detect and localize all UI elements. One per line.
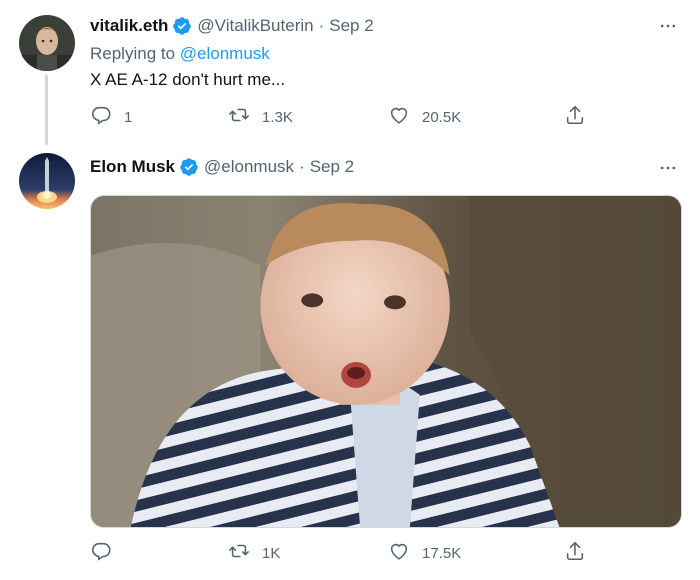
separator-dot: ·	[318, 16, 325, 35]
tweet-actions: 1 1.3K 20.5K	[90, 104, 590, 130]
tweet-text: X AE A-12 don't hurt me...	[90, 70, 286, 89]
tweet-header: vitalik.eth @VitalikButerin · Sep 2	[90, 14, 680, 38]
tweet-elon[interactable]: Elon Musk @elonmusk · Sep 2 1K 17.5K	[0, 150, 700, 580]
like-count: 17.5K	[422, 544, 462, 562]
like-count: 20.5K	[422, 108, 462, 126]
tweet-vitalik[interactable]: vitalik.eth @VitalikButerin · Sep 2 Repl…	[0, 0, 700, 150]
more-icon[interactable]	[656, 14, 680, 38]
like-button[interactable]: 17.5K	[388, 540, 461, 566]
avatar-elon[interactable]	[19, 153, 75, 209]
replying-to: Replying to @elonmusk	[90, 42, 680, 66]
tweet-media-image[interactable]	[90, 195, 682, 528]
share-icon	[564, 104, 586, 130]
retweet-button[interactable]: 1.3K	[228, 104, 293, 130]
retweet-count: 1K	[262, 544, 281, 562]
separator-dot: ·	[299, 157, 305, 176]
share-icon	[564, 540, 586, 566]
verified-badge-icon	[172, 16, 192, 36]
tweet-actions: 1K 17.5K	[90, 540, 590, 566]
thread-line	[45, 75, 48, 145]
display-name[interactable]: vitalik.eth	[90, 16, 168, 36]
reply-icon	[90, 104, 112, 130]
tweet-date[interactable]: Sep 2	[310, 157, 354, 177]
retweet-button[interactable]: 1K	[228, 540, 280, 566]
reply-button[interactable]: 1	[90, 104, 132, 130]
retweet-count: 1.3K	[262, 108, 293, 126]
tweet-header: Elon Musk @elonmusk · Sep 2	[90, 155, 680, 179]
share-button[interactable]	[564, 540, 586, 566]
tweet-content: vitalik.eth @VitalikButerin · Sep 2 Repl…	[90, 14, 680, 92]
share-button[interactable]	[564, 104, 586, 130]
display-name[interactable]: Elon Musk	[90, 157, 175, 177]
like-icon	[388, 104, 410, 130]
tweet-date[interactable]: Sep 2	[329, 16, 373, 36]
reply-button[interactable]	[90, 540, 112, 566]
reply-mention-link[interactable]: @elonmusk	[180, 44, 270, 63]
retweet-icon	[228, 540, 250, 566]
handle[interactable]: @elonmusk	[204, 157, 294, 177]
replying-prefix: Replying to	[90, 44, 180, 63]
avatar-vitalik[interactable]	[19, 15, 75, 71]
handle[interactable]: @VitalikButerin	[197, 16, 313, 36]
reply-icon	[90, 540, 112, 566]
reply-count: 1	[124, 108, 133, 126]
retweet-icon	[228, 104, 250, 130]
like-icon	[388, 540, 410, 566]
more-icon[interactable]	[656, 156, 680, 180]
like-button[interactable]: 20.5K	[388, 104, 461, 130]
verified-badge-icon	[179, 157, 199, 177]
tweet-content: Elon Musk @elonmusk · Sep 2	[90, 155, 680, 179]
